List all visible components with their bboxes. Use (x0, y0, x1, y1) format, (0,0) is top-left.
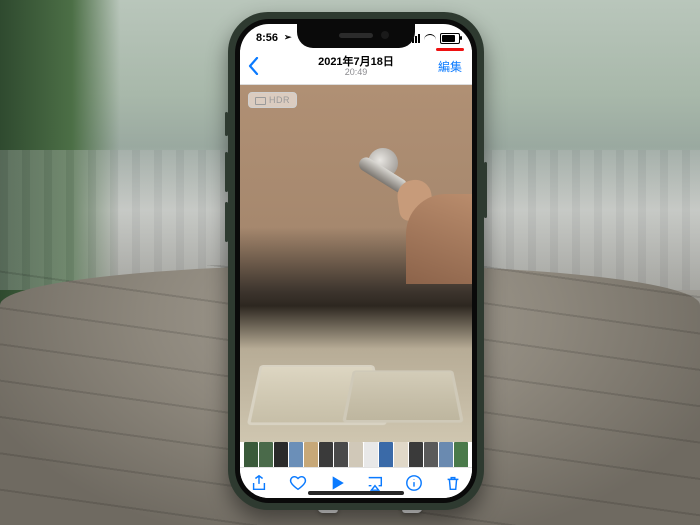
thumbnail-item[interactable] (349, 442, 363, 468)
photo-viewer[interactable]: HDR (240, 84, 472, 442)
delete-button[interactable] (442, 472, 464, 494)
volume-down-button (225, 202, 228, 242)
thumbnail-item[interactable] (319, 442, 333, 468)
wifi-icon (424, 34, 436, 43)
favorite-button[interactable] (287, 472, 309, 494)
thumbnail-item[interactable] (439, 442, 453, 468)
thumbnail-item[interactable] (334, 442, 348, 468)
thumbnail-item[interactable] (304, 442, 318, 468)
thumbnail-item[interactable] (424, 442, 438, 468)
thumbnail-item[interactable] (244, 442, 258, 468)
home-indicator[interactable] (308, 491, 404, 495)
nav-bar: 2021年7月18日 20:49 編集 (240, 50, 472, 85)
notch (297, 24, 415, 48)
status-time: 8:56 (256, 32, 278, 44)
mute-switch (225, 112, 228, 136)
thumbnail-item[interactable] (274, 442, 288, 468)
hdr-badge: HDR (248, 92, 297, 108)
phone-screen: 8:56 ➢ 2021年7月18日 20:49 編集 (240, 24, 472, 498)
thumbnail-item[interactable] (259, 442, 273, 468)
thumbnail-item[interactable] (394, 442, 408, 468)
hand (406, 194, 472, 284)
share-button[interactable] (248, 472, 270, 494)
battery-icon (440, 33, 460, 44)
thumbnail-strip[interactable] (240, 442, 472, 468)
thumbnail-item[interactable] (289, 442, 303, 468)
thumbnail-item[interactable] (409, 442, 423, 468)
glass-tray (342, 370, 464, 422)
location-icon: ➢ (284, 32, 292, 43)
volume-up-button (225, 152, 228, 192)
power-button (484, 162, 487, 218)
balcony-scene: 8:56 ➢ 2021年7月18日 20:49 編集 (0, 0, 700, 525)
thumbnail-item[interactable] (379, 442, 393, 468)
thumbnail-item[interactable] (364, 442, 378, 468)
iphone-device: 8:56 ➢ 2021年7月18日 20:49 編集 (228, 12, 484, 510)
info-button[interactable] (403, 472, 425, 494)
thumbnail-item[interactable] (454, 442, 468, 468)
edit-button[interactable]: 編集 (438, 58, 462, 75)
